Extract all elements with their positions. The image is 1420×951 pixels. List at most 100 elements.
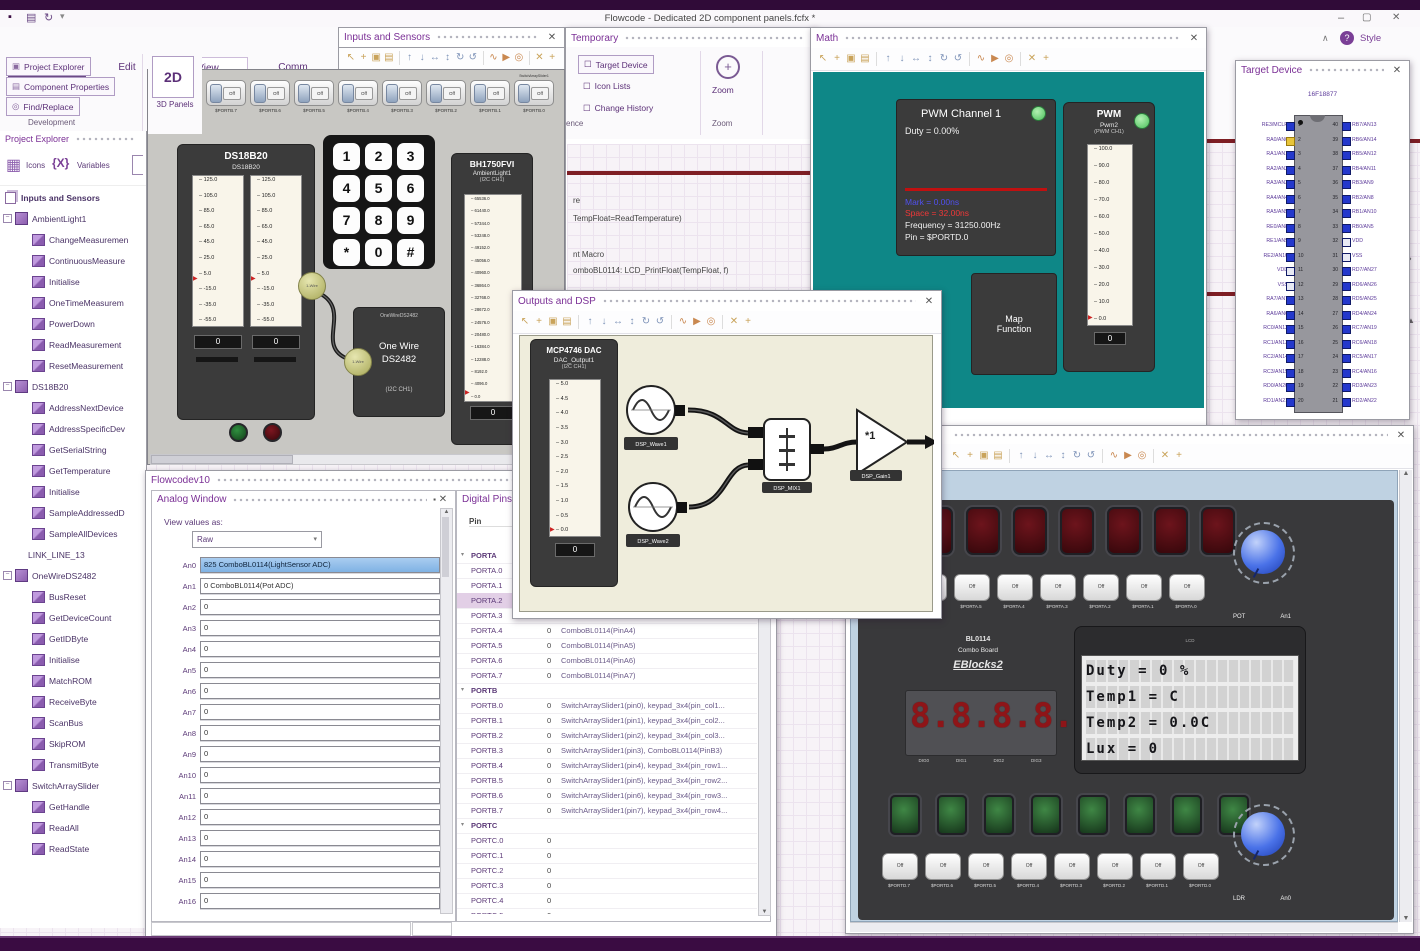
icons-view-label[interactable]: Icons	[26, 161, 45, 170]
chevron-down-icon[interactable]: ▾	[461, 683, 464, 698]
pin-connector[interactable]	[1342, 209, 1351, 218]
tree-item[interactable]: OneTimeMeasurem	[0, 292, 146, 313]
analog-row[interactable]: An1 0 ComboBL0114(Pot ADC)	[162, 578, 440, 594]
tree-item[interactable]: MatchROM	[0, 670, 146, 691]
play-icon[interactable]: ▶	[1122, 449, 1134, 463]
close-icon[interactable]: ✕	[1187, 33, 1201, 44]
target-icon[interactable]: ◎	[1003, 52, 1015, 66]
analog-row[interactable]: An16 0	[162, 893, 440, 909]
collapse-icon[interactable]: –	[3, 571, 12, 580]
pin-connector[interactable]	[1342, 267, 1351, 276]
pin-connector[interactable]	[1286, 397, 1295, 407]
tree-item[interactable]: ReceiveByte	[0, 691, 146, 712]
tree-item[interactable]: GetIDByte	[0, 628, 146, 649]
keypad-key-7[interactable]: 7	[333, 207, 360, 234]
pot-knob[interactable]	[1233, 522, 1295, 584]
pan-icon[interactable]: +	[964, 449, 976, 463]
down-icon[interactable]: ↓	[598, 315, 610, 329]
tree-item[interactable]: ReadAll	[0, 817, 146, 838]
map-function-component[interactable]: Map Function	[971, 273, 1057, 375]
pan-icon[interactable]: +	[358, 51, 370, 65]
analog-row[interactable]: An15 0	[162, 872, 440, 888]
target-icon[interactable]: ◎	[513, 51, 525, 65]
slider-marker-icon[interactable]: ▶	[251, 276, 256, 282]
analog-row[interactable]: An0 825 ComboBL0114(LightSensor ADC)	[162, 557, 440, 573]
digital-pin-row[interactable]: PORTB.1 0 SwitchArraySlider1(pin1), keypad…	[457, 713, 757, 729]
tree-item[interactable]: ReadMeasurement	[0, 334, 146, 355]
digital-group-row[interactable]: ▾ PORTB	[457, 683, 757, 699]
tree-item[interactable]: TransmitByte	[0, 754, 146, 775]
pin-connector[interactable]	[1286, 383, 1295, 392]
rot-ccw-icon[interactable]: ↺	[467, 51, 479, 65]
play-icon[interactable]: ▶	[691, 315, 703, 329]
keypad-key-8[interactable]: 8	[365, 207, 392, 234]
green-led-icon[interactable]	[229, 423, 248, 442]
panel-3d-label[interactable]: 3D Panels	[148, 100, 202, 109]
digital-group-row[interactable]: ▾ PORTC	[457, 818, 757, 834]
board-switch[interactable]: Off	[1126, 574, 1162, 601]
inputs-window-titlebar[interactable]: Inputs and Sensors ✕	[338, 27, 565, 47]
board-switch[interactable]: Off	[954, 574, 990, 601]
board-switch[interactable]: Off	[1169, 574, 1205, 601]
keypad-key-2[interactable]: 2	[365, 143, 392, 170]
close-icon[interactable]: ✕	[1394, 430, 1408, 441]
temporary-window-title[interactable]: Temporary	[566, 28, 816, 48]
add-icon[interactable]: +	[1040, 52, 1052, 66]
toggle-switch[interactable]: Off	[338, 80, 378, 106]
tree-item[interactable]: ResetMeasurement	[0, 355, 146, 376]
pwm-channel-component[interactable]: PWM Channel 1 Duty = 0.00% Mark = 0.00ns…	[896, 99, 1056, 256]
analog-vscrollbar[interactable]: ▲	[440, 508, 453, 914]
digital-pin-row[interactable]: PORTC.4 0	[457, 893, 757, 909]
tree-item[interactable]: Initialise	[0, 271, 146, 292]
copy-icon[interactable]: ▣	[845, 52, 857, 66]
analog-row[interactable]: An7 0	[162, 704, 440, 720]
add-icon[interactable]: +	[742, 315, 754, 329]
target-icon[interactable]: ◎	[1136, 449, 1148, 463]
chevron-down-icon[interactable]: ▾	[461, 818, 464, 833]
digital-pin-row[interactable]: PORTB.3 0 SwitchArraySlider1(pin3), ComboB…	[457, 743, 757, 759]
digital-pin-row[interactable]: PORTC.0 0	[457, 833, 757, 849]
pwm-slider-component[interactable]: PWM Pwm2 (PWM CH1) – 100.0– 90.0– 80.0– …	[1063, 102, 1155, 372]
close-icon[interactable]: ✕	[545, 32, 559, 43]
help-icon[interactable]: ?	[1340, 31, 1354, 45]
copy-icon[interactable]: ▣	[370, 51, 382, 65]
keypad-key-5[interactable]: 5	[365, 175, 392, 202]
macros-icon[interactable]	[132, 155, 143, 175]
del-icon[interactable]: ✕	[534, 51, 546, 65]
pin-connector[interactable]	[1286, 209, 1295, 218]
up-icon[interactable]: ↑	[404, 51, 416, 65]
keypad-key-0[interactable]: 0	[365, 239, 392, 266]
keypad-key-9[interactable]: 9	[397, 207, 424, 234]
zoom-icon[interactable]: +	[716, 55, 740, 79]
paste-icon[interactable]: ▤	[561, 315, 573, 329]
analog-row[interactable]: An8 0	[162, 725, 440, 741]
del-icon[interactable]: ✕	[1026, 52, 1038, 66]
project-explorer-button[interactable]: ▣ Project Explorer	[6, 57, 91, 76]
rot-cw-icon[interactable]: ↻	[1071, 449, 1083, 463]
tree-item[interactable]: – OneWireDS2482	[0, 565, 146, 586]
pin-connector[interactable]	[1342, 354, 1351, 363]
change-history-check[interactable]: ☐ Change History	[583, 100, 653, 116]
pin-connector[interactable]	[1286, 252, 1295, 262]
style-label[interactable]: Style	[1360, 33, 1381, 44]
tree-item[interactable]: Initialise	[0, 481, 146, 502]
rot-cw-icon[interactable]: ↻	[454, 51, 466, 65]
temperature-slider[interactable]: – 125.0– 105.0– 85.0– 65.0– 45.0– 25.0– …	[192, 175, 244, 327]
digital-pin-row[interactable]: PORTC.1 0	[457, 848, 757, 864]
flip-v-icon[interactable]: ↕	[924, 52, 936, 66]
wire-icon[interactable]: ∿	[488, 51, 500, 65]
pin-connector[interactable]	[1342, 281, 1351, 291]
tree-item[interactable]: BusReset	[0, 586, 146, 607]
flip-v-icon[interactable]: ↕	[442, 51, 454, 65]
pin-connector[interactable]	[1342, 325, 1351, 334]
up-icon[interactable]: ↑	[584, 315, 596, 329]
rot-cw-icon[interactable]: ↻	[640, 315, 652, 329]
tree-item[interactable]: Initialise	[0, 649, 146, 670]
rot-cw-icon[interactable]: ↻	[938, 52, 950, 66]
toggle-switch[interactable]: Off	[382, 80, 422, 106]
board-switch[interactable]: Off	[1183, 853, 1219, 880]
pin-connector[interactable]	[1342, 122, 1351, 131]
pin-connector[interactable]	[1342, 165, 1351, 175]
eblocks-vscrollbar[interactable]: ▲ ▼	[1399, 470, 1412, 922]
save-icon[interactable]: ▤	[26, 11, 36, 24]
